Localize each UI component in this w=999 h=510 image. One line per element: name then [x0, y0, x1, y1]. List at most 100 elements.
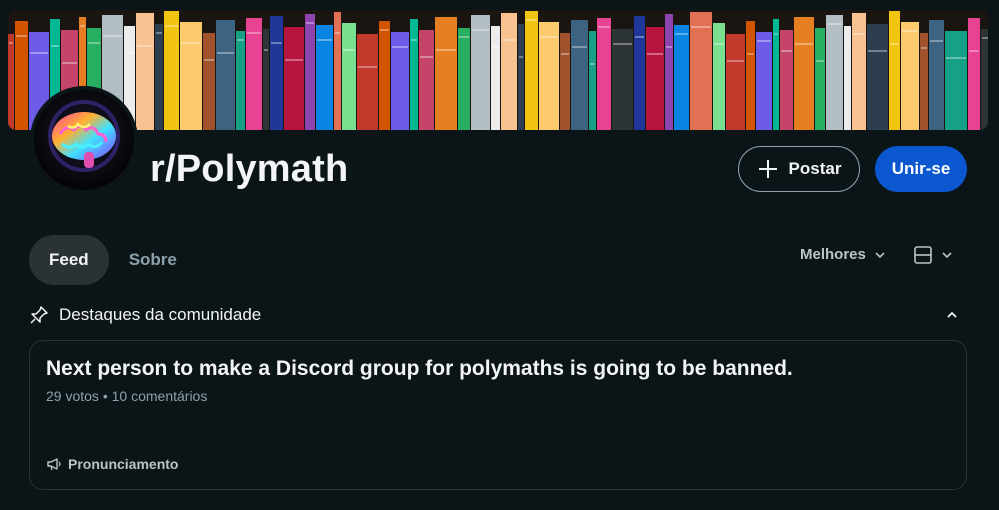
book-spine: [180, 22, 202, 130]
book-spine: [357, 34, 378, 130]
book-spine-stripe: [317, 39, 332, 41]
book-spine-stripe: [335, 32, 340, 34]
sort-dropdown[interactable]: Melhores: [800, 246, 886, 263]
book-spine-stripe: [204, 59, 214, 61]
community-tabs: Feed Sobre: [29, 235, 197, 285]
book-spine: [968, 18, 980, 130]
book-spine-stripe: [519, 56, 523, 58]
pin-icon: [30, 306, 48, 324]
book-spine-stripe: [757, 40, 771, 42]
post-title[interactable]: Next person to make a Discord group for …: [46, 357, 793, 381]
meta-separator: •: [102, 388, 108, 404]
create-post-label: Postar: [788, 159, 842, 178]
create-post-button[interactable]: Postar: [738, 146, 860, 192]
book-spine: [155, 24, 163, 130]
book-spine: [780, 30, 793, 130]
book-spine-stripe: [9, 42, 13, 44]
book-spine-stripe: [436, 49, 456, 51]
tab-about[interactable]: Sobre: [109, 235, 197, 285]
book-spine-stripe: [921, 47, 927, 49]
book-spine: [981, 29, 988, 130]
book-spine: [458, 28, 470, 130]
book-spine: [726, 34, 745, 130]
book-spine: [746, 21, 755, 130]
pinned-post-card[interactable]: Next person to make a Discord group for …: [29, 340, 967, 490]
post-votes: 29 votos: [46, 388, 99, 404]
chevron-up-icon[interactable]: [945, 308, 959, 322]
book-spine: [342, 23, 356, 130]
book-spine-stripe: [472, 29, 489, 31]
book-spine-stripe: [561, 53, 569, 55]
book-spine: [435, 17, 457, 130]
book-spine-stripe: [613, 43, 632, 45]
book-spine: [501, 13, 517, 130]
community-title: r/Polymath: [150, 148, 349, 190]
book-spine-stripe: [237, 39, 244, 41]
book-spine-stripe: [156, 32, 162, 34]
book-spine-stripe: [137, 45, 153, 47]
book-spine: [634, 16, 645, 130]
book-spine: [216, 20, 235, 130]
post-flair: Pronunciamento: [46, 456, 178, 472]
book-spine-stripe: [540, 36, 558, 38]
book-spine-stripe: [635, 36, 644, 38]
post-flair-label: Pronunciamento: [68, 456, 179, 472]
book-spine: [889, 11, 900, 130]
tab-feed[interactable]: Feed: [29, 235, 109, 285]
tab-about-label: Sobre: [128, 250, 177, 269]
book-spine-stripe: [781, 50, 792, 52]
plus-icon: [758, 160, 777, 178]
book-spine: [379, 21, 390, 130]
chevron-down-icon: [942, 252, 952, 259]
book-spine: [945, 31, 967, 130]
community-banner: [8, 10, 988, 130]
tab-feed-label: Feed: [49, 250, 89, 269]
book-spine: [852, 13, 866, 130]
book-spine: [929, 20, 944, 130]
book-spine: [334, 12, 341, 130]
book-spine: [525, 11, 538, 130]
book-spine-stripe: [666, 46, 672, 48]
sort-label: Melhores: [800, 246, 866, 263]
book-spine: [8, 34, 14, 130]
book-spine-stripe: [80, 25, 85, 27]
book-spine: [236, 31, 245, 130]
book-spine-stripe: [526, 19, 537, 21]
book-spine: [539, 22, 559, 130]
book-spine-stripe: [675, 33, 688, 35]
book-spine-stripe: [946, 57, 966, 59]
book-spine: [284, 27, 304, 130]
book-spine: [794, 17, 814, 130]
book-spine-stripe: [62, 62, 77, 64]
book-spine-stripe: [411, 39, 417, 41]
book-spine-stripe: [16, 35, 27, 37]
book-spine: [419, 30, 434, 130]
book-spine-stripe: [271, 42, 282, 44]
book-spine: [690, 12, 712, 130]
book-spine-stripe: [827, 23, 842, 25]
book-spine-stripe: [647, 53, 663, 55]
book-spine-stripe: [868, 50, 887, 52]
view-layout-dropdown[interactable]: [913, 245, 953, 265]
book-spine: [164, 11, 179, 130]
book-spine-stripe: [572, 46, 587, 48]
book-spine-stripe: [492, 46, 499, 48]
book-spine: [471, 15, 490, 130]
book-spine: [15, 21, 28, 130]
book-spine-stripe: [247, 32, 261, 34]
post-comments: 10 comentários: [111, 388, 208, 404]
book-spine-stripe: [774, 33, 778, 35]
book-spine: [597, 18, 611, 130]
book-spine-stripe: [930, 40, 943, 42]
book-spine-stripe: [590, 63, 595, 65]
book-spine: [270, 16, 283, 130]
book-spine-stripe: [88, 42, 100, 44]
join-label: Unir-se: [891, 159, 951, 178]
book-spine: [203, 33, 215, 130]
book-spine-stripe: [30, 52, 48, 54]
book-spine-stripe: [902, 30, 918, 32]
book-spine-stripe: [358, 66, 377, 68]
book-spine-stripe: [306, 22, 314, 24]
book-spine-stripe: [727, 60, 744, 62]
join-button[interactable]: Unir-se: [875, 146, 967, 192]
